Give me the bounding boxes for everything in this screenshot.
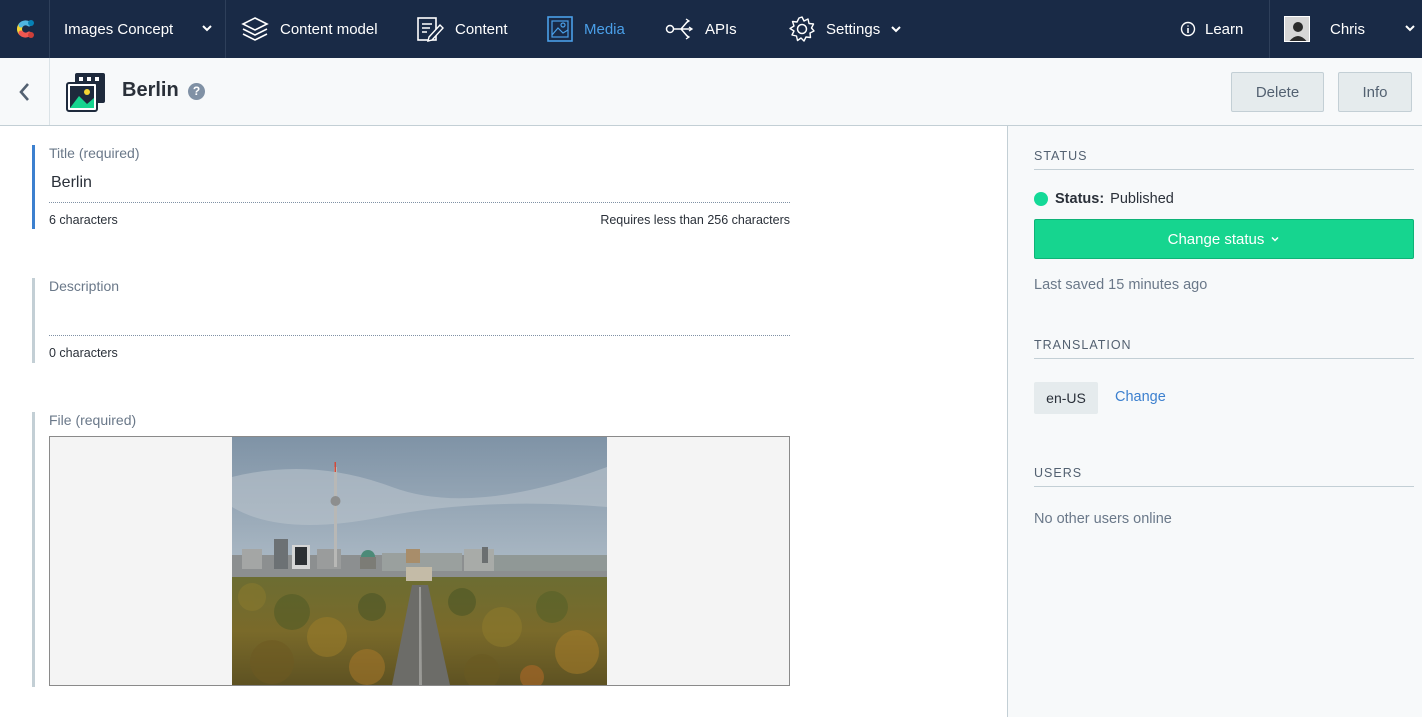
help-icon[interactable]: ? xyxy=(188,83,205,100)
status-line: Status: Published xyxy=(1034,191,1174,207)
title-char-limit: Requires less than 256 characters xyxy=(600,213,790,227)
nav-apis[interactable]: APIs xyxy=(665,0,737,58)
last-saved: Last saved 15 minutes ago xyxy=(1034,277,1208,293)
back-button[interactable] xyxy=(0,58,50,125)
space-name: Images Concept xyxy=(64,20,174,38)
nav-settings-label: Settings xyxy=(826,20,881,38)
media-asset-icon xyxy=(66,73,105,112)
locale-badge: en-US xyxy=(1034,382,1098,414)
contentful-logo[interactable] xyxy=(0,0,50,58)
api-connections-icon xyxy=(665,18,694,40)
user-menu[interactable]: Chris xyxy=(1269,0,1422,58)
user-name: Chris xyxy=(1330,20,1366,38)
layers-icon xyxy=(241,17,269,41)
entity-header: Berlin ? Delete Info xyxy=(0,58,1422,126)
nav-content-model[interactable]: Content model xyxy=(240,0,378,58)
chevron-down-icon xyxy=(1271,236,1279,242)
nav-content-model-label: Content model xyxy=(280,20,378,38)
status-heading: STATUS xyxy=(1034,149,1414,170)
status-dot-icon xyxy=(1034,192,1048,206)
nav-media[interactable]: Media xyxy=(546,0,625,58)
chevron-down-icon xyxy=(1405,25,1415,32)
description-underline xyxy=(49,335,790,336)
delete-button[interactable]: Delete xyxy=(1231,72,1324,112)
nav-content[interactable]: Content xyxy=(415,0,508,58)
gear-icon xyxy=(789,16,815,42)
learn-link[interactable]: Learn xyxy=(1180,0,1243,58)
nav-apis-label: APIs xyxy=(705,20,737,38)
nav-media-label: Media xyxy=(584,20,625,38)
nav-settings[interactable]: Settings xyxy=(788,0,902,58)
top-navigation: Images Concept Content model Content Med… xyxy=(0,0,1422,58)
status-label: Status: xyxy=(1055,191,1105,207)
title-input[interactable]: Berlin xyxy=(51,174,790,194)
chevron-down-icon xyxy=(891,26,901,33)
file-label: File (required) xyxy=(49,412,137,428)
title-underline xyxy=(49,202,790,203)
description-label: Description xyxy=(49,278,120,294)
avatar xyxy=(1284,16,1310,42)
document-edit-icon xyxy=(417,17,444,42)
info-icon xyxy=(1180,21,1196,37)
description-char-count: 0 characters xyxy=(49,346,118,360)
change-status-label: Change status xyxy=(1167,230,1265,248)
info-button[interactable]: Info xyxy=(1338,72,1412,112)
translation-heading: TRANSLATION xyxy=(1034,338,1414,359)
change-status-button[interactable]: Change status xyxy=(1034,219,1414,259)
entry-editor: Title (required) Berlin 6 characters Req… xyxy=(0,126,1007,717)
status-value: Published xyxy=(1110,191,1174,207)
entity-title: Berlin xyxy=(122,79,179,101)
file-preview[interactable] xyxy=(49,436,790,686)
description-input[interactable] xyxy=(51,307,790,327)
users-status: No other users online xyxy=(1034,511,1172,527)
learn-label: Learn xyxy=(1205,20,1244,38)
title-label: Title (required) xyxy=(49,145,140,161)
nav-content-label: Content xyxy=(455,20,508,38)
chevron-down-icon xyxy=(202,25,212,32)
entity-sidebar: STATUS Status: Published Change status L… xyxy=(1007,126,1422,717)
users-heading: USERS xyxy=(1034,466,1414,487)
title-char-count: 6 characters xyxy=(49,213,118,227)
title-field: Title (required) Berlin 6 characters Req… xyxy=(32,145,790,229)
chevron-left-icon xyxy=(18,82,29,101)
space-selector[interactable]: Images Concept xyxy=(50,0,226,58)
description-field: Description 0 characters xyxy=(32,278,790,363)
berlin-photo xyxy=(232,437,607,685)
change-locale-link[interactable]: Change xyxy=(1115,389,1166,405)
image-icon xyxy=(547,16,573,42)
